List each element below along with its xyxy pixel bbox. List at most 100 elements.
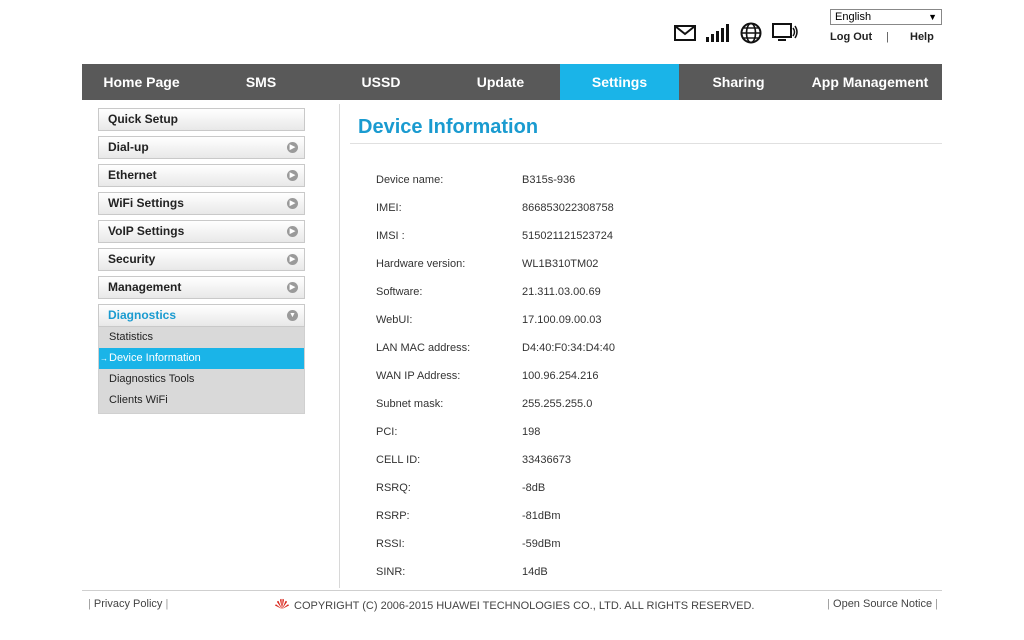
row-label: IMEI: <box>376 202 402 214</box>
row-value: 866853022308758 <box>522 202 614 214</box>
row-value: 515021121523724 <box>522 230 613 242</box>
row-label: Hardware version: <box>376 258 466 270</box>
chevron-right-icon: ▶ <box>287 170 298 181</box>
table-row: IMSI : 515021121523724 <box>376 222 615 250</box>
nav-app-management[interactable]: App Management <box>798 64 942 100</box>
monitor-icon <box>772 23 798 46</box>
sidebar-item-diagnostics[interactable]: Diagnostics ▼ <box>98 304 305 327</box>
table-row: Software: 21.311.03.00.69 <box>376 278 615 306</box>
status-icons <box>674 22 798 47</box>
row-value: 21.311.03.00.69 <box>522 286 601 298</box>
sidebar-item-label: Security <box>108 252 156 266</box>
logout-link[interactable]: Log Out <box>830 31 886 43</box>
chevron-right-icon: ▶ <box>287 254 298 265</box>
open-source-notice-label: Open Source Notice <box>833 598 933 610</box>
language-select[interactable]: English ▼ <box>830 9 942 25</box>
sidebar-item-label: Quick Setup <box>108 112 179 126</box>
sidebar-item-label: Management <box>108 280 182 294</box>
submenu-item-device-information[interactable]: →Device Information <box>99 348 304 369</box>
nav-sms[interactable]: SMS <box>201 64 321 100</box>
table-row: PCI: 198 <box>376 418 615 446</box>
title-divider <box>350 143 942 144</box>
device-info-table: Device name: B315s-936 IMEI: 8668530223087… <box>376 166 615 586</box>
submenu-item-statistics[interactable]: Statistics <box>99 327 304 348</box>
row-label: Software: <box>376 286 423 298</box>
table-row: RSRP: -81dBm <box>376 502 615 530</box>
row-value: D4:40:F0:34:D4:40 <box>522 342 615 354</box>
row-label: WebUI: <box>376 314 413 326</box>
page-title: Device Information <box>358 116 539 138</box>
row-label: LAN MAC address: <box>376 342 471 354</box>
table-row: WAN IP Address: 100.96.254.216 <box>376 362 615 390</box>
help-link[interactable]: Help <box>910 31 934 43</box>
copyright-notice: COPYRIGHT (C) 2006-2015 HUAWEI TECHNOLOG… <box>274 598 755 613</box>
nav-update[interactable]: Update <box>441 64 560 100</box>
chevron-right-icon: ▶ <box>287 282 298 293</box>
sidebar-item-management[interactable]: Management ▶ <box>98 276 305 299</box>
mail-icon[interactable] <box>674 25 696 44</box>
chevron-right-icon: ▶ <box>287 226 298 237</box>
nav-home-page[interactable]: Home Page <box>82 64 201 100</box>
table-row: IMEI: 866853022308758 <box>376 194 615 222</box>
table-row: Device name: B315s-936 <box>376 166 615 194</box>
row-label: CELL ID: <box>376 454 421 466</box>
row-value: -81dBm <box>522 510 561 522</box>
table-row: Subnet mask: 255.255.255.0 <box>376 390 615 418</box>
row-value: 255.255.255.0 <box>522 398 593 410</box>
sidebar-item-dial-up[interactable]: Dial-up ▶ <box>98 136 305 159</box>
row-value: -8dB <box>522 482 546 494</box>
row-label: RSRQ: <box>376 482 411 494</box>
row-label: PCI: <box>376 426 398 438</box>
language-value: English <box>835 11 872 23</box>
sidebar-item-quick-setup[interactable]: Quick Setup <box>98 108 305 131</box>
row-label: SINR: <box>376 566 406 578</box>
row-value: 17.100.09.00.03 <box>522 314 602 326</box>
huawei-logo-icon <box>274 598 290 613</box>
main-nav: Home Page SMS USSD Update Settings Shari… <box>82 64 942 100</box>
row-value: 14dB <box>522 566 548 578</box>
privacy-policy-label: Privacy Policy <box>93 598 163 610</box>
row-value: 33436673 <box>522 454 571 466</box>
footer-divider <box>82 590 942 591</box>
row-value: B315s-936 <box>522 174 576 186</box>
header: English ▼ Log Out | Help <box>82 0 942 64</box>
row-label: WAN IP Address: <box>376 370 461 382</box>
row-value: 100.96.254.216 <box>522 370 599 382</box>
row-label: Subnet mask: <box>376 398 444 410</box>
table-row: SINR: 14dB <box>376 558 615 586</box>
table-row: WebUI: 17.100.09.00.03 <box>376 306 615 334</box>
row-value: -59dBm <box>522 538 561 550</box>
table-row: LAN MAC address: D4:40:F0:34:D4:40 <box>376 334 615 362</box>
sidebar-item-security[interactable]: Security ▶ <box>98 248 305 271</box>
submenu-item-clients-wifi[interactable]: Clients WiFi <box>99 390 304 411</box>
chevron-right-icon: ▶ <box>287 198 298 209</box>
globe-icon <box>740 22 762 47</box>
row-label: IMSI : <box>376 230 405 242</box>
privacy-policy-link[interactable]: | Privacy Policy | <box>88 598 168 610</box>
diagnostics-submenu: Statistics →Device Information Diagnosti… <box>98 327 305 414</box>
link-separator: | <box>886 31 889 43</box>
content-divider <box>339 104 340 588</box>
header-links: Log Out | Help <box>830 31 942 43</box>
sidebar-item-label: Ethernet <box>108 168 157 182</box>
open-source-notice-link[interactable]: | Open Source Notice | <box>827 598 938 610</box>
chevron-down-icon: ▼ <box>287 310 298 321</box>
sidebar-item-voip-settings[interactable]: VoIP Settings ▶ <box>98 220 305 243</box>
chevron-down-icon: ▼ <box>928 12 937 22</box>
row-value: WL1B310TM02 <box>522 258 599 270</box>
sidebar-item-label: VoIP Settings <box>108 224 185 238</box>
table-row: RSRQ: -8dB <box>376 474 615 502</box>
table-row: Hardware version: WL1B310TM02 <box>376 250 615 278</box>
row-label: RSRP: <box>376 510 410 522</box>
sidebar-item-ethernet[interactable]: Ethernet ▶ <box>98 164 305 187</box>
table-row: RSSI: -59dBm <box>376 530 615 558</box>
table-row: CELL ID: 33436673 <box>376 446 615 474</box>
submenu-item-diagnostics-tools[interactable]: Diagnostics Tools <box>99 369 304 390</box>
sidebar-item-wifi-settings[interactable]: WiFi Settings ▶ <box>98 192 305 215</box>
row-label: Device name: <box>376 174 444 186</box>
nav-sharing[interactable]: Sharing <box>679 64 798 100</box>
sidebar-item-label: Diagnostics <box>108 308 177 322</box>
nav-ussd[interactable]: USSD <box>321 64 441 100</box>
nav-settings[interactable]: Settings <box>560 64 679 100</box>
submenu-item-label: Device Information <box>109 352 201 364</box>
